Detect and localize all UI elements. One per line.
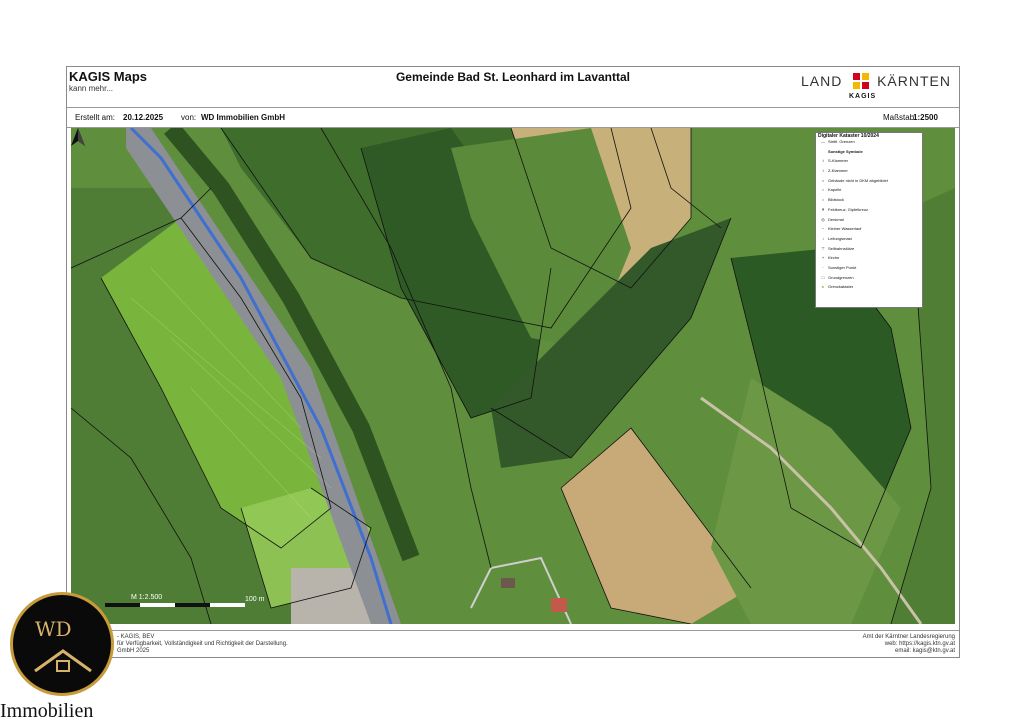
created-label: Erstellt am:	[75, 113, 116, 122]
legend-symbol: +	[821, 255, 825, 261]
app-subtitle[interactable]: kann mehr...	[69, 84, 113, 93]
legend-item: + Kirche	[818, 255, 920, 265]
legend-label: Leitungsmast	[828, 235, 852, 241]
legend-symbol: ♁	[821, 187, 825, 193]
legend-label: Kleiner Wasserlauf	[828, 226, 862, 232]
legend-item: ✝ Feldkreuz, Gipfelkreuz	[818, 207, 920, 217]
legend-symbol: ■	[821, 284, 825, 290]
scale-label: Maßstab:	[883, 113, 917, 122]
legend-label: Sonstige Symbole	[828, 148, 863, 154]
legend-item: ↓ Leitungsmast	[818, 236, 920, 246]
brand-name: Immobilien	[0, 700, 94, 722]
north-arrow-icon	[71, 128, 85, 146]
legend-symbol: ⊤	[821, 245, 825, 251]
legend-item: Sonstige Symbole	[818, 149, 920, 159]
map-header: KAGIS Maps kann mehr... Gemeinde Bad St.…	[67, 67, 959, 108]
footer-left-line: GmbH 2025	[117, 648, 150, 654]
legend-item: ○ Gebäude nicht in DKM abgebildet	[818, 178, 920, 188]
footer-org: Amt der Kärntner Landesregierung	[862, 634, 955, 640]
footer-left-line: für Verfügbarkeit, Vollständigkeit und R…	[117, 641, 288, 647]
legend-label: Gebäude nicht in DKM abgebildet	[828, 177, 888, 183]
footer-contact: Amt der Kärntner Landesregierung web: ht…	[863, 634, 955, 655]
legend-label: Strittl. Grenzen	[828, 139, 855, 144]
legend-item: ↕ S-Klammer	[818, 158, 920, 168]
legend-symbol: ○	[821, 177, 825, 183]
scale-bar-ratio: M 1:2.500	[131, 594, 163, 601]
footer-disclaimer: - KAGIS, BEV für Verfügbarkeit, Vollstän…	[117, 634, 288, 655]
legend-item: ~ Kleiner Wasserlauf	[818, 226, 920, 236]
legend-symbol: ·	[822, 264, 824, 270]
legend-symbol: —	[821, 139, 825, 144]
scale-bar: M 1:2.500 100 m	[105, 594, 305, 610]
legend-label: Kapelle	[828, 187, 842, 193]
legend-symbol: ♁	[821, 197, 825, 203]
legend-label: Feldkreuz, Gipfelkreuz	[828, 206, 869, 212]
legend-item: · Sonstiger Punkt	[818, 265, 920, 275]
legend-label: Denkmal	[828, 216, 844, 222]
legend-item: ♁ Kapelle	[818, 187, 920, 197]
logo-left-text: LAND	[801, 73, 843, 89]
footer-email-link[interactable]: email: kagis@ktn.gv.at	[863, 648, 955, 655]
scale-bar-graphic	[105, 603, 245, 607]
kaernten-flag-icon	[853, 73, 869, 89]
by-name: WD Immobilien GmbH	[201, 113, 285, 122]
map-footer: - KAGIS, BEV für Verfügbarkeit, Vollstän…	[67, 630, 959, 657]
legend-symbol: ↕	[822, 158, 824, 164]
map-meta-bar: Erstellt am: 20.12.2025 von: WD Immobili…	[67, 107, 959, 128]
legend-label: Grundgrenzen	[828, 274, 854, 280]
legend-item: ♁ Bildstock	[818, 197, 920, 207]
legend-symbol: ~	[821, 226, 825, 232]
legend-label: Seilbahnstütze	[828, 245, 855, 251]
legend-item: ⊤ Seilbahnstütze	[818, 246, 920, 256]
land-kaernten-logo: LAND KÄRNTEN KAGIS	[801, 71, 951, 103]
map-sheet: KAGIS Maps kann mehr... Gemeinde Bad St.…	[66, 66, 960, 658]
legend-label: Kirche	[828, 255, 840, 261]
legend-item: ↕ Z-Klammer	[818, 168, 920, 178]
legend-symbol: ↓	[822, 235, 824, 241]
map-legend: Digitaler Kataster 10/2024 — Strittl. Gre…	[815, 132, 923, 308]
created-date: 20.12.2025	[123, 113, 164, 122]
logo-right-text: KÄRNTEN	[877, 73, 951, 89]
legend-symbol: ◎	[821, 216, 825, 222]
scale-bar-distance: 100 m	[245, 596, 265, 603]
legend-label: Sonstiger Punkt	[828, 264, 857, 270]
legend-item: ◎ Denkmal	[818, 217, 920, 227]
legend-item: ■ Grenzkataster	[818, 284, 920, 294]
aerial-map[interactable]: Digitaler Kataster 10/2024 — Strittl. Gre…	[71, 128, 955, 624]
legend-item: — Strittl. Grenzen	[818, 139, 920, 149]
footer-left-line: - KAGIS, BEV	[117, 634, 155, 640]
logo-sub-text: KAGIS	[849, 93, 877, 100]
legend-label: Z-Klammer	[828, 168, 848, 174]
legend-symbol: □	[821, 274, 825, 280]
footer-web-link[interactable]: web: https://kagis.ktn.gv.at	[863, 641, 955, 648]
legend-symbol: ↕	[822, 168, 824, 174]
legend-label: Grenzkataster	[828, 284, 854, 290]
legend-label: S-Klammer	[828, 158, 849, 164]
legend-symbol: ✝	[821, 206, 825, 212]
legend-label: Bildstock	[828, 197, 845, 203]
scale-value: 1:2500	[913, 113, 938, 122]
by-label: von:	[181, 113, 197, 122]
brand-initials: WD	[35, 617, 72, 641]
wd-immobilien-logo: WD	[10, 592, 114, 696]
house-icon	[34, 649, 92, 673]
legend-item: □ Grundgrenzen	[818, 275, 920, 285]
